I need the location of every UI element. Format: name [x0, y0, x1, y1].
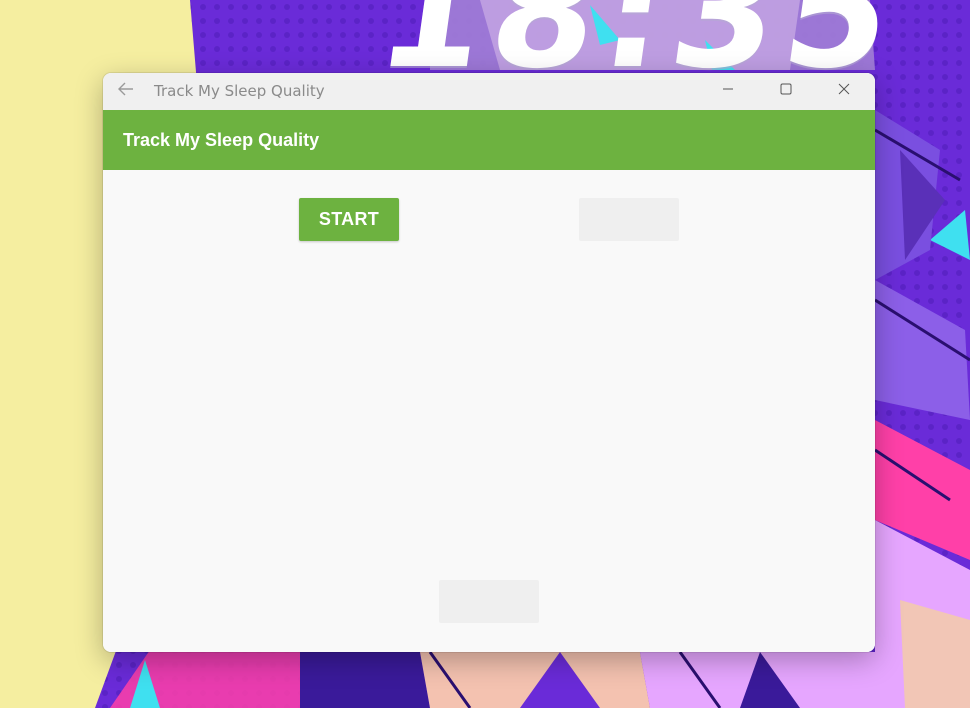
main-content: START — [103, 170, 875, 652]
app-window: Track My Sleep Quality Track My Sleep Qu… — [103, 73, 875, 652]
stop-button — [579, 198, 679, 241]
window-title: Track My Sleep Quality — [154, 82, 325, 100]
maximize-icon — [780, 82, 792, 100]
minimize-button[interactable] — [699, 73, 757, 109]
title-bar[interactable]: Track My Sleep Quality — [103, 73, 875, 110]
close-icon — [838, 82, 850, 100]
maximize-button[interactable] — [757, 73, 815, 109]
app-bar: Track My Sleep Quality — [103, 110, 875, 170]
back-button[interactable] — [113, 79, 139, 103]
clear-button — [439, 580, 539, 623]
desktop: 18:35 Track My Sleep Quality Track My Sl… — [0, 0, 970, 708]
minimize-icon — [722, 82, 734, 100]
start-button[interactable]: START — [299, 198, 399, 241]
app-bar-title: Track My Sleep Quality — [123, 130, 320, 150]
arrow-left-icon — [117, 81, 135, 102]
close-button[interactable] — [815, 73, 873, 109]
